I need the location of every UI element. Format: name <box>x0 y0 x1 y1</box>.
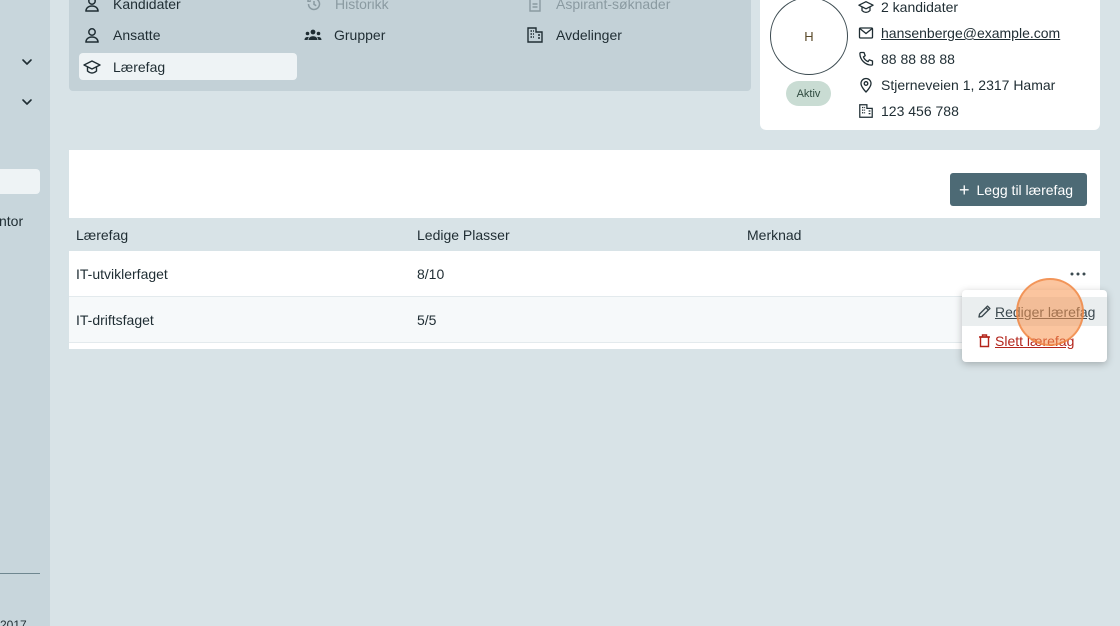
sidebar-divider <box>0 573 40 574</box>
subjects-table-card: + Legg til lærefag Lærefag Ledige Plasse… <box>69 150 1100 349</box>
history-icon <box>305 0 323 13</box>
table-header: Lærefag Ledige Plasser Merknad <box>69 218 1100 251</box>
avatar: H <box>770 0 848 75</box>
plus-icon: + <box>959 179 970 200</box>
mail-icon <box>858 25 874 41</box>
sidebar-item-label[interactable]: ntor <box>0 213 23 229</box>
cell-subject: IT-driftsfaget <box>76 312 154 328</box>
column-header-merknad[interactable]: Merknad <box>747 227 801 243</box>
nav-item-label: Aspirant-søknader <box>556 0 671 12</box>
email-row: hansenberge@example.com <box>858 23 1060 43</box>
nav-item-label: Avdelinger <box>556 26 622 43</box>
chevron-down-icon[interactable] <box>20 55 34 69</box>
candidates-text: 2 kandidater <box>881 0 959 15</box>
location-pin-icon <box>858 77 874 93</box>
sidebar-footer-text: 2017 <box>0 618 27 626</box>
nav-item-laerefag[interactable]: Lærefag <box>79 53 297 80</box>
company-profile-card: H Aktiv 2 kandidater hansenberge@example… <box>760 0 1100 130</box>
user-icon <box>83 26 101 44</box>
table-row[interactable]: IT-utviklerfaget 8/10 <box>69 251 1100 297</box>
pencil-icon <box>977 304 992 319</box>
status-badge: Aktiv <box>786 81 831 106</box>
org-number-row: 123 456 788 <box>858 101 959 121</box>
trash-icon <box>977 333 992 348</box>
phone-text: 88 88 88 88 <box>881 51 955 67</box>
sidebar-active-item[interactable] <box>0 169 40 194</box>
nav-item-label: Grupper <box>334 26 386 43</box>
nav-item-ansatte[interactable]: Ansatte <box>83 21 160 48</box>
email-link[interactable]: hansenberge@example.com <box>881 25 1060 41</box>
cell-available: 8/10 <box>417 266 445 282</box>
edit-subject-label: Rediger lærefag <box>995 303 1096 320</box>
section-nav: Kandidater Historikk Aspirant-søknader A… <box>69 0 751 91</box>
delete-subject-menu-item[interactable]: Slett lærefag <box>962 326 1107 355</box>
cell-available: 5/5 <box>417 312 437 328</box>
org-number-text: 123 456 788 <box>881 103 959 119</box>
nav-item-grupper[interactable]: Grupper <box>304 21 385 48</box>
groups-icon <box>304 26 322 44</box>
nav-item-aspirant-soknader[interactable]: Aspirant-søknader <box>526 0 670 17</box>
delete-subject-label: Slett lærefag <box>995 332 1075 349</box>
nav-item-label: Historikk <box>335 0 389 12</box>
graduation-cap-icon <box>83 58 101 76</box>
phone-icon <box>858 51 874 67</box>
graduation-cap-icon <box>858 0 874 15</box>
cell-subject: IT-utviklerfaget <box>76 266 168 282</box>
document-icon <box>526 0 544 13</box>
phone-row: 88 88 88 88 <box>858 49 955 69</box>
address-text: Stjerneveien 1, 2317 Hamar <box>881 77 1056 93</box>
nav-item-historikk[interactable]: Historikk <box>305 0 389 17</box>
building-icon <box>526 26 544 44</box>
more-options-icon[interactable] <box>1069 265 1087 283</box>
user-icon <box>83 0 101 13</box>
column-header-laerefag[interactable]: Lærefag <box>76 227 128 243</box>
sidebar: ntor 2017 <box>0 0 50 626</box>
edit-subject-menu-item[interactable]: Rediger lærefag <box>962 297 1107 326</box>
nav-item-label: Kandidater <box>113 0 181 12</box>
address-row: Stjerneveien 1, 2317 Hamar <box>858 75 1055 95</box>
add-subject-button-label: Legg til lærefag <box>976 181 1074 198</box>
building-icon <box>858 103 874 119</box>
nav-item-label: Lærefag <box>113 58 166 75</box>
nav-item-label: Ansatte <box>113 26 161 43</box>
nav-item-kandidater[interactable]: Kandidater <box>83 0 181 17</box>
add-subject-button[interactable]: + Legg til lærefag <box>950 173 1087 206</box>
table-row[interactable]: IT-driftsfaget 5/5 <box>69 297 1100 343</box>
chevron-down-icon[interactable] <box>20 95 34 109</box>
nav-item-avdelinger[interactable]: Avdelinger <box>526 21 622 48</box>
row-actions-menu: Rediger lærefag Slett lærefag <box>962 290 1107 362</box>
candidates-count: 2 kandidater <box>858 0 958 17</box>
column-header-ledige-plasser[interactable]: Ledige Plasser <box>417 227 510 243</box>
